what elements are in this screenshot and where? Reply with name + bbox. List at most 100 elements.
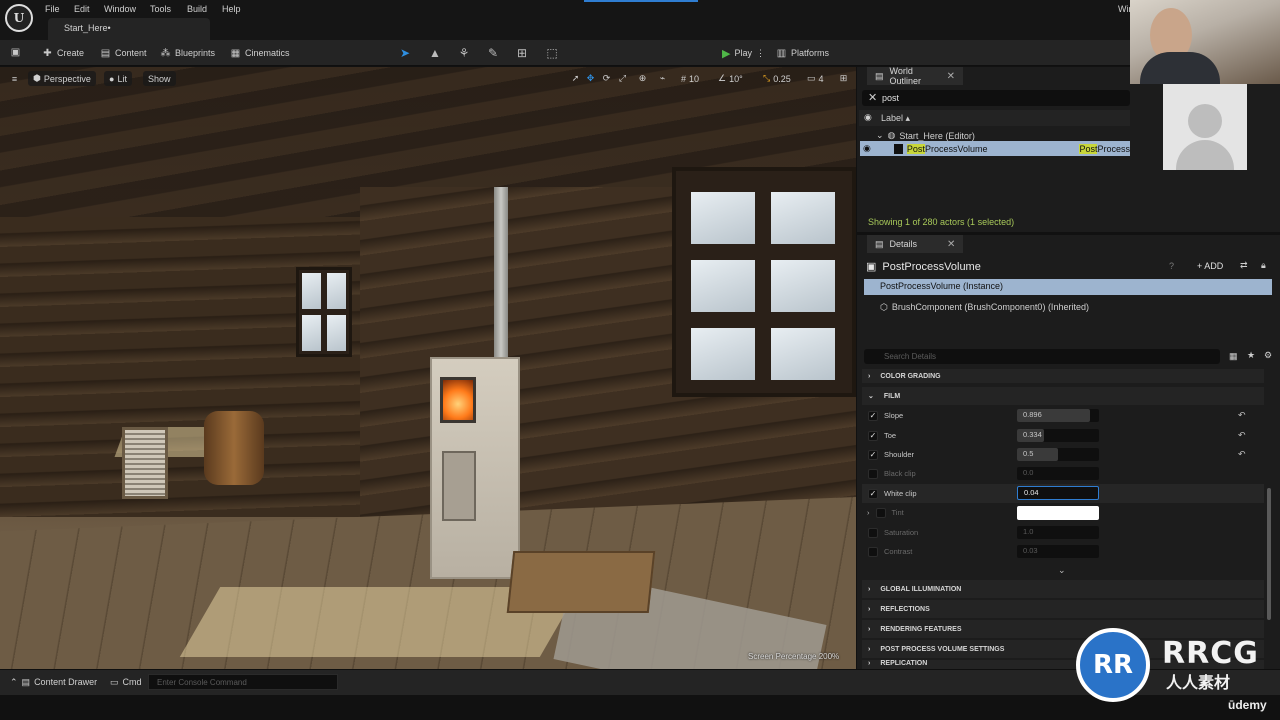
unreal-logo-icon[interactable]: U xyxy=(5,4,33,32)
outliner-actor-row[interactable]: ◉ Post ProcessVolume Post Process xyxy=(860,141,1130,156)
add-component-button[interactable]: + ADD xyxy=(1193,258,1227,274)
override-checkbox[interactable] xyxy=(868,527,878,538)
menu-edit[interactable]: Edit xyxy=(74,4,90,14)
console-input[interactable]: Enter Console Command xyxy=(148,674,338,690)
select-tool-icon[interactable]: ➚ xyxy=(569,72,582,85)
window-pane xyxy=(324,312,349,354)
category-film[interactable]: ⌄ FILM xyxy=(862,387,1264,405)
create-button[interactable]: ✚ Create xyxy=(42,45,84,61)
modeling-mode-icon[interactable]: ⬚ xyxy=(544,45,560,61)
perspective-button[interactable]: ⬢ Perspective xyxy=(28,71,96,86)
menu-tools[interactable]: Tools xyxy=(150,4,171,14)
override-checkbox[interactable]: ✓ xyxy=(868,430,878,441)
help-icon[interactable]: ? xyxy=(1169,261,1174,271)
outliner-column-header[interactable]: ◉ Label ▴ xyxy=(859,110,1130,126)
save-icon[interactable]: ▣ xyxy=(10,47,21,58)
shoulder-slider[interactable]: 0.5 xyxy=(1017,448,1099,461)
world-space-icon[interactable]: ⊕ xyxy=(636,72,649,85)
saturation-field[interactable]: 1.0 xyxy=(1017,526,1099,539)
prop-label: Saturation xyxy=(884,528,919,537)
content-drawer-label: Content Drawer xyxy=(34,677,98,687)
surface-snap-icon[interactable]: ⌁ xyxy=(656,72,669,85)
override-checkbox[interactable]: ✓ xyxy=(868,410,878,421)
category-reflections[interactable]: › REFLECTIONS xyxy=(862,600,1264,618)
fracture-mode-icon[interactable]: ⊞ xyxy=(514,45,530,61)
override-checkbox[interactable] xyxy=(875,507,886,518)
component-brush-row[interactable]: ⬡ BrushComponent (BrushComponent0) (Inhe… xyxy=(880,302,1089,313)
cabin-window-right xyxy=(672,167,856,397)
table-view-icon[interactable]: ▦ xyxy=(1229,351,1238,362)
prop-shoulder: ✓ Shoulder 0.5 ↶ xyxy=(862,445,1264,464)
viewport-menu-icon[interactable]: ≡ xyxy=(8,72,21,85)
outliner-search-input[interactable]: post xyxy=(862,90,1130,106)
reset-to-default-icon[interactable]: ↶ xyxy=(1238,410,1246,421)
scale-tool-icon[interactable]: ⤢ xyxy=(616,72,629,85)
favorite-star-icon[interactable]: ★ xyxy=(1247,350,1255,361)
contrast-field[interactable]: 0.03 xyxy=(1017,545,1099,558)
content-button[interactable]: ▤ Content xyxy=(100,45,147,61)
menu-window[interactable]: Window xyxy=(104,4,136,14)
prop-saturation: Saturation 1.0 xyxy=(862,523,1264,542)
landscape-mode-icon[interactable]: ▲ xyxy=(427,45,443,61)
show-advanced-chevron-icon[interactable]: ⌄ xyxy=(1058,565,1066,576)
override-checkbox[interactable] xyxy=(868,546,878,557)
avatar-icon xyxy=(1188,104,1222,138)
blueprint-convert-icon[interactable]: ⇄ xyxy=(1240,260,1248,271)
cinematics-button[interactable]: ▦ Cinematics xyxy=(230,45,290,61)
lock-icon[interactable]: 🔒︎ xyxy=(1261,260,1266,271)
white-clip-input[interactable]: 0.04 xyxy=(1017,486,1099,500)
outliner-world-row[interactable]: ⌄ ◍ Start_Here (Editor) xyxy=(876,130,975,141)
override-checkbox[interactable] xyxy=(868,468,878,479)
category-color-grading[interactable]: › COLOR GRADING xyxy=(862,369,1264,383)
category-global-illumination[interactable]: › GLOBAL ILLUMINATION xyxy=(862,580,1264,598)
black-clip-field[interactable]: 0.0 xyxy=(1017,467,1099,480)
reset-to-default-icon[interactable]: ↶ xyxy=(1238,430,1246,441)
expand-arrow-icon[interactable]: › xyxy=(867,508,870,517)
level-tab[interactable]: Start_Here• xyxy=(48,18,210,40)
grid-snap-button[interactable]: #10 xyxy=(676,71,704,86)
override-checkbox[interactable]: ✓ xyxy=(868,449,878,460)
tint-color-swatch[interactable] xyxy=(1017,506,1099,520)
menu-file[interactable]: File xyxy=(45,4,60,14)
component-instance-row[interactable]: PostProcessVolume (Instance) xyxy=(864,279,1272,295)
toe-slider[interactable]: 0.334 xyxy=(1017,429,1099,442)
translate-tool-icon[interactable]: ✥ xyxy=(584,72,597,85)
play-button[interactable]: ▶ Play ⋮ xyxy=(722,45,765,61)
clear-search-icon[interactable]: ✕ xyxy=(868,91,877,104)
prop-label: Slope xyxy=(884,411,904,420)
details-scrollbar[interactable] xyxy=(1267,488,1271,620)
category-label: POST PROCESS VOLUME SETTINGS xyxy=(880,645,1005,653)
details-search-input[interactable]: Search Details xyxy=(864,349,1220,364)
slope-slider[interactable]: 0.896 xyxy=(1017,409,1099,422)
cmd-button[interactable]: ▭ Cmd xyxy=(110,677,142,688)
close-icon[interactable]: ✕ xyxy=(947,239,955,250)
content-drawer-button[interactable]: ⌃ ▤ Content Drawer xyxy=(10,677,97,688)
world-outliner-tab[interactable]: ▤ World Outliner ✕ xyxy=(867,66,963,86)
mesh-paint-mode-icon[interactable]: ✎ xyxy=(485,45,501,61)
grid-icon: # xyxy=(681,73,687,84)
expand-arrow-icon: › xyxy=(868,625,871,633)
blueprints-button[interactable]: ⁂ Blueprints xyxy=(160,45,216,61)
log-wall-left xyxy=(0,217,360,517)
reset-to-default-icon[interactable]: ↶ xyxy=(1238,449,1246,460)
rotate-tool-icon[interactable]: ⟳ xyxy=(600,72,613,85)
rotation-snap-button[interactable]: ∠ 10° xyxy=(713,71,748,86)
settings-gear-icon[interactable]: ⚙ xyxy=(1264,350,1272,361)
level-viewport[interactable] xyxy=(0,67,856,669)
scale-snap-button[interactable]: ⤡ 0.25 xyxy=(758,71,796,86)
override-checkbox[interactable]: ✓ xyxy=(868,488,878,499)
visibility-eye-icon[interactable]: ◉ xyxy=(863,143,894,154)
select-mode-icon[interactable]: ➤ xyxy=(397,45,413,61)
menu-help[interactable]: Help xyxy=(222,4,241,14)
camera-speed-button[interactable]: ▭ 4 xyxy=(802,71,829,86)
menu-build[interactable]: Build xyxy=(187,4,207,14)
play-options-icon[interactable]: ⋮ xyxy=(756,48,765,59)
grid-snap-value: 10 xyxy=(689,73,700,84)
lit-button[interactable]: ● Lit xyxy=(104,71,132,86)
foliage-mode-icon[interactable]: ⚘ xyxy=(456,45,472,61)
maximize-viewport-icon[interactable]: ⊞ xyxy=(837,72,850,85)
platforms-button[interactable]: ▥ Platforms xyxy=(776,45,829,61)
close-icon[interactable]: ✕ xyxy=(947,71,955,82)
details-tab[interactable]: ▤ Details ✕ xyxy=(867,235,963,253)
show-button[interactable]: Show xyxy=(143,71,176,86)
